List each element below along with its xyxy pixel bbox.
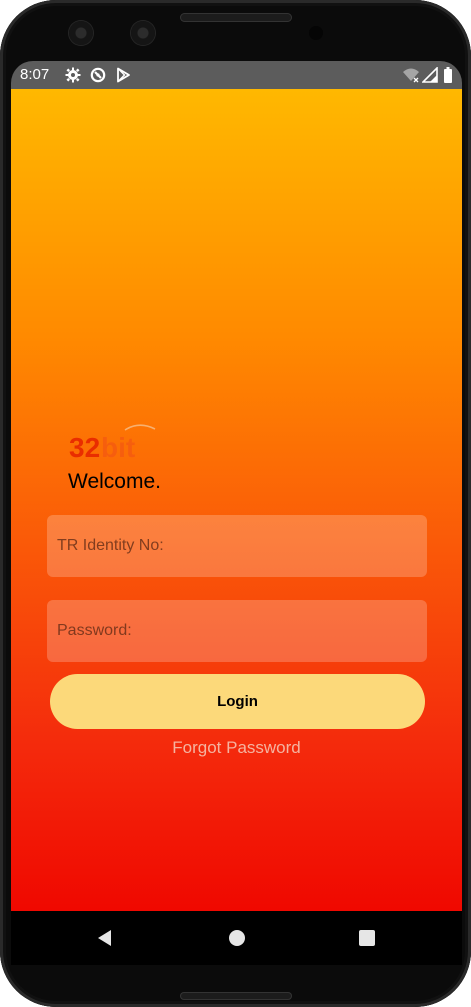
home-button[interactable] bbox=[207, 911, 267, 965]
svg-text:32: 32 bbox=[69, 432, 100, 463]
status-time: 8:07 bbox=[20, 66, 50, 83]
bottom-speaker-grill bbox=[180, 992, 292, 1000]
gear-icon bbox=[65, 67, 81, 83]
navigation-bar bbox=[11, 911, 462, 965]
play-store-icon bbox=[117, 67, 130, 83]
signal-icon bbox=[422, 67, 438, 83]
vpn-icon bbox=[90, 67, 106, 83]
recents-button[interactable] bbox=[337, 911, 397, 965]
back-icon bbox=[98, 930, 111, 946]
welcome-heading: Welcome. bbox=[68, 470, 161, 493]
login-screen: 32 bit Welcome. Login Forgot Password bbox=[11, 89, 462, 911]
svg-text:bit: bit bbox=[101, 432, 135, 463]
earpiece-speaker bbox=[180, 13, 292, 22]
wifi-icon bbox=[403, 68, 419, 83]
login-button[interactable]: Login bbox=[50, 674, 425, 729]
phone-frame: 8:07 32 bit Welcome. TR Identity No: Log… bbox=[0, 0, 471, 1007]
proximity-sensor bbox=[309, 26, 323, 40]
password-input[interactable] bbox=[55, 621, 427, 641]
forgot-password-link[interactable]: Forgot Password bbox=[11, 738, 462, 758]
identity-field[interactable] bbox=[47, 515, 427, 577]
front-camera-icon bbox=[69, 21, 93, 45]
home-icon bbox=[229, 930, 245, 946]
brand-logo: 32 bit bbox=[69, 424, 156, 463]
identity-input[interactable] bbox=[55, 536, 427, 556]
password-field[interactable] bbox=[47, 600, 427, 662]
front-camera-secondary-icon bbox=[131, 21, 155, 45]
back-button[interactable] bbox=[75, 911, 135, 965]
battery-icon bbox=[444, 67, 452, 83]
status-bar: 8:07 bbox=[11, 61, 462, 89]
recents-icon bbox=[359, 930, 375, 946]
screen: 8:07 32 bit Welcome. TR Identity No: Log… bbox=[11, 61, 462, 965]
